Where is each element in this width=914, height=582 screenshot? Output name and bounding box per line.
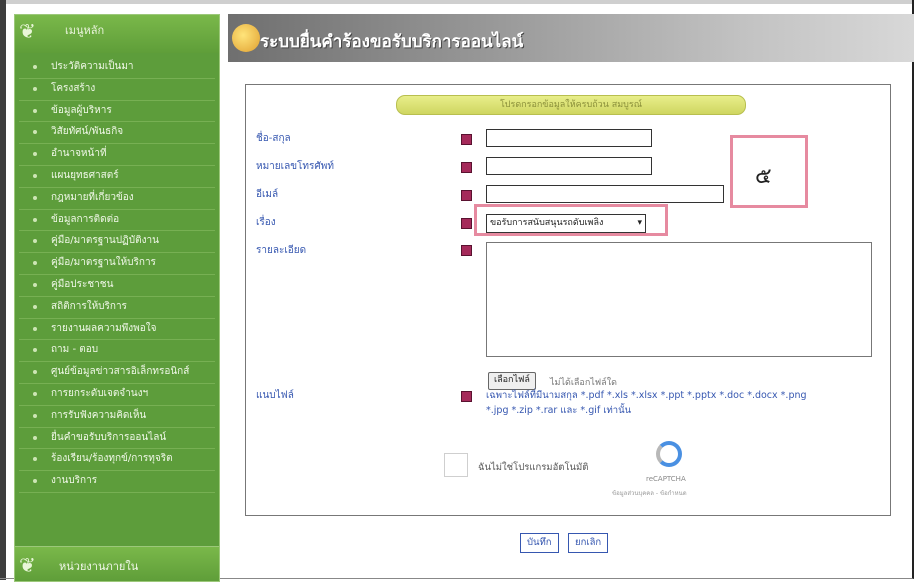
sidebar-item[interactable]: ถาม - ตอบ bbox=[19, 340, 215, 363]
sidebar-item[interactable]: การยกระดับเจตจำนงฯ bbox=[19, 384, 215, 406]
file-note-line1: เฉพาะไฟล์ที่มีนามสกุล *.pdf *.xls *.xlsx… bbox=[486, 390, 807, 401]
sidebar-item[interactable]: โครงสร้าง bbox=[19, 79, 215, 101]
form-title-bar: โปรดกรอกข้อมูลให้ครบถ้วน สมบูรณ์ bbox=[396, 95, 746, 115]
bullet-icon bbox=[33, 65, 37, 69]
bullet-icon bbox=[33, 173, 37, 178]
required-icon bbox=[461, 245, 472, 256]
recaptcha-icon bbox=[656, 441, 682, 467]
sidebar-item[interactable]: สถิติการให้บริการ bbox=[19, 297, 215, 319]
bullet-icon bbox=[33, 435, 37, 440]
sidebar-header: ❦ เมนูหลัก bbox=[15, 15, 219, 53]
bullet-icon bbox=[33, 413, 37, 418]
bullet-icon bbox=[33, 86, 37, 91]
sidebar-menu: ประวัติความเป็นมา โครงสร้าง ข้อมูลผู้บริ… bbox=[19, 57, 215, 493]
detail-label: รายละเอียด bbox=[256, 245, 307, 256]
subject-highlight-box bbox=[474, 204, 668, 236]
step-number-box: ๕ bbox=[730, 135, 808, 208]
bullet-icon bbox=[33, 217, 37, 222]
sidebar-item[interactable]: คู่มือ/มาตรฐานปฏิบัติงาน bbox=[19, 231, 215, 254]
sidebar-item[interactable]: การรับฟังความคิดเห็น bbox=[19, 406, 215, 428]
sidebar-item[interactable]: กฎหมายที่เกี่ยวข้อง bbox=[19, 188, 215, 210]
sidebar-item[interactable]: คู่มือประชาชน bbox=[19, 275, 215, 297]
cancel-button[interactable]: ยกเลิก bbox=[568, 533, 609, 553]
sidebar-item[interactable]: ศูนย์ข้อมูลข่าวสารอิเล็กทรอนิกส์ bbox=[19, 362, 215, 384]
sidebar-item[interactable]: งานบริการ bbox=[19, 471, 215, 493]
bullet-icon bbox=[33, 239, 37, 244]
bullet-icon bbox=[33, 370, 37, 375]
leaf-icon: ❦ bbox=[19, 553, 36, 577]
attach-label: แนบไฟล์ bbox=[256, 390, 294, 401]
bullet-icon bbox=[33, 457, 37, 462]
name-label: ชื่อ-สกุล bbox=[256, 133, 291, 144]
leaf-icon: ❦ bbox=[19, 19, 36, 43]
email-field[interactable] bbox=[486, 185, 724, 203]
form-title: โปรดกรอกข้อมูลให้ครบถ้วน สมบูรณ์ bbox=[499, 100, 643, 110]
subject-label: เรื่อง bbox=[256, 217, 276, 228]
sidebar-section-internal: ❦ หน่วยงานภายใน bbox=[14, 546, 220, 582]
sidebar-title: เมนูหลัก bbox=[65, 24, 105, 37]
recaptcha-brand: reCAPTCHA bbox=[646, 475, 686, 483]
page-title: ระบบยื่นคำร้องขอรับบริการออนไลน์ bbox=[260, 32, 524, 52]
step-number: ๕ bbox=[755, 164, 772, 189]
file-status: ไม่ได้เลือกไฟล์ใด bbox=[550, 378, 617, 388]
captcha-label: ฉันไม่ใช่โปรแกรมอัตโนมัติ bbox=[478, 462, 589, 473]
file-note-line2: *.jpg *.zip *.rar และ *.gif เท่านั้น bbox=[486, 405, 632, 416]
sidebar-item[interactable]: รายงานผลความพึงพอใจ bbox=[19, 319, 215, 341]
captcha-checkbox[interactable] bbox=[444, 453, 468, 477]
detail-textarea[interactable] bbox=[486, 242, 872, 357]
sidebar-item[interactable]: ข้อมูลผู้บริหาร bbox=[19, 101, 215, 123]
bullet-icon bbox=[33, 152, 37, 157]
phone-label: หมายเลขโทรศัพท์ bbox=[256, 161, 334, 172]
bullet-icon bbox=[33, 108, 37, 113]
sidebar-item[interactable]: ข้อมูลการติดต่อ bbox=[19, 210, 215, 232]
sidebar-item[interactable]: คู่มือ/มาตรฐานให้บริการ bbox=[19, 253, 215, 275]
sun-logo-icon bbox=[232, 24, 260, 52]
sidebar-item[interactable]: วิสัยทัศน์/พันธกิจ bbox=[19, 122, 215, 145]
bullet-icon bbox=[33, 304, 37, 309]
sidebar-section-title: หน่วยงานภายใน bbox=[59, 560, 139, 573]
required-icon bbox=[461, 190, 472, 201]
bullet-icon bbox=[33, 326, 37, 331]
name-field[interactable] bbox=[486, 129, 652, 147]
required-icon bbox=[461, 391, 472, 402]
recaptcha-links[interactable]: ข้อมูลส่วนบุคคล - ข้อกำหนด bbox=[612, 488, 687, 498]
sidebar: ❦ เมนูหลัก ประวัติความเป็นมา โครงสร้าง ข… bbox=[14, 14, 220, 547]
bullet-icon bbox=[33, 195, 37, 200]
sidebar-item[interactable]: ร้องเรียน/ร้องทุกข์/การทุจริต bbox=[19, 449, 215, 472]
required-icon bbox=[461, 162, 472, 173]
required-icon bbox=[461, 218, 472, 229]
required-icon bbox=[461, 134, 472, 145]
phone-field[interactable] bbox=[486, 157, 652, 175]
bullet-icon bbox=[33, 130, 37, 135]
sidebar-item[interactable]: อำนาจหน้าที่ bbox=[19, 144, 215, 166]
sidebar-item[interactable]: ยื่นคำขอรับบริการออนไลน์ bbox=[19, 428, 215, 450]
email-label: อีเมล์ bbox=[256, 189, 279, 200]
bullet-icon bbox=[33, 479, 37, 484]
bullet-icon bbox=[33, 391, 37, 396]
sidebar-item[interactable]: แผนยุทธศาสตร์ bbox=[19, 166, 215, 188]
bullet-icon bbox=[33, 261, 37, 266]
page-banner: ระบบยื่นคำร้องขอรับบริการออนไลน์ bbox=[228, 14, 914, 62]
bullet-icon bbox=[33, 282, 37, 287]
bullet-icon bbox=[33, 348, 37, 353]
save-button[interactable]: บันทึก bbox=[520, 533, 559, 553]
sidebar-item[interactable]: ประวัติความเป็นมา bbox=[19, 57, 215, 79]
